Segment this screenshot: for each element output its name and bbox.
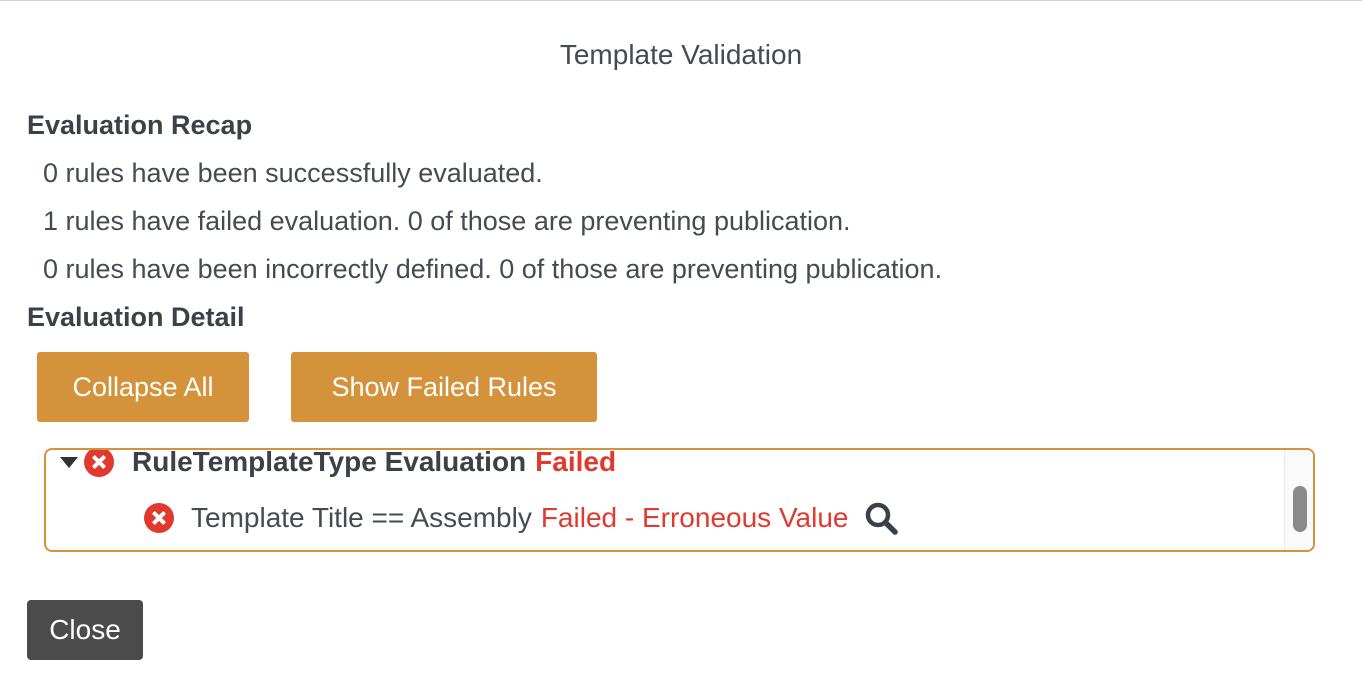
rule-row: RuleTemplateType Evaluation Failed [60, 448, 617, 480]
rule-name: RuleTemplateType Evaluation [132, 448, 527, 477]
search-icon[interactable] [864, 501, 899, 535]
evaluation-detail-tree[interactable]: RuleTemplateType Evaluation Failed Templ… [44, 448, 1315, 552]
recap-failed-line: 1 rules have failed evaluation. 0 of tho… [43, 206, 851, 236]
error-circle-icon [84, 450, 114, 477]
scrollbar-thumb[interactable] [1293, 486, 1307, 532]
show-failed-rules-button[interactable]: Show Failed Rules [291, 352, 597, 422]
rule-status: Failed [535, 448, 617, 477]
recap-success-line: 0 rules have been successfully evaluated… [43, 158, 543, 188]
close-button[interactable]: Close [27, 600, 143, 660]
rule-child-row: Template Title == Assembly Failed - Erro… [144, 500, 899, 536]
caret-down-icon[interactable] [60, 456, 78, 468]
dialog-title: Template Validation [559, 39, 803, 70]
error-circle-icon [144, 503, 174, 533]
evaluation-recap-heading: Evaluation Recap [27, 110, 253, 140]
recap-incorrect-line: 0 rules have been incorrectly defined. 0… [43, 254, 943, 284]
evaluation-detail-heading: Evaluation Detail [27, 302, 245, 332]
rule-child-status: Failed - Erroneous Value [540, 502, 849, 533]
scrollbar[interactable] [1284, 450, 1313, 550]
rule-child-label: Template Title == Assembly [191, 502, 532, 533]
collapse-all-button[interactable]: Collapse All [37, 352, 249, 422]
template-validation-dialog: Template Validation Evaluation Recap 0 r… [0, 0, 1362, 680]
